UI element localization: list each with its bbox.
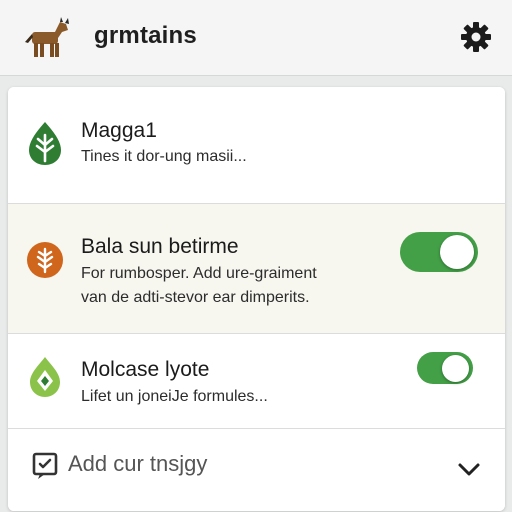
toggle-switch-bala[interactable]	[400, 232, 478, 272]
gear-icon[interactable]	[459, 20, 493, 54]
item-description-line2: van de adti-stevor ear dimperits.	[81, 289, 310, 306]
orange-leaf-icon	[27, 242, 63, 278]
lime-drop-icon	[30, 357, 60, 397]
list-item-magga[interactable]: Magga1 Tines it dor-ung masii...	[8, 87, 505, 204]
horse-icon	[25, 17, 69, 57]
app-header: grmtains	[0, 0, 512, 76]
item-title: Magga1	[81, 119, 157, 142]
add-note-icon	[32, 452, 58, 479]
settings-card: Magga1 Tines it dor-ung masii... Bala su…	[8, 87, 505, 511]
toggle-switch-molcase[interactable]	[417, 352, 473, 384]
add-label[interactable]: Add cur tnsjgy	[68, 451, 207, 477]
item-description-line1: For rumbosper. Add ure-graiment	[81, 265, 317, 282]
item-description: Lifet un joneiJe formules...	[81, 388, 268, 405]
app-title: grmtains	[94, 22, 197, 49]
add-row[interactable]: Add cur tnsjgy	[8, 429, 505, 511]
item-title: Molcase lyote	[81, 358, 210, 381]
green-leaf-icon	[29, 122, 61, 165]
item-title: Bala sun betirme	[81, 235, 239, 258]
toggle-knob	[442, 355, 469, 382]
list-item-bala[interactable]: Bala sun betirme For rumbosper. Add ure-…	[8, 204, 505, 334]
item-description: Tines it dor-ung masii...	[81, 148, 247, 165]
toggle-knob	[440, 235, 474, 269]
list-item-molcase[interactable]: Molcase lyote Lifet un joneiJe formules.…	[8, 334, 505, 429]
chevron-down-icon[interactable]	[457, 457, 481, 481]
